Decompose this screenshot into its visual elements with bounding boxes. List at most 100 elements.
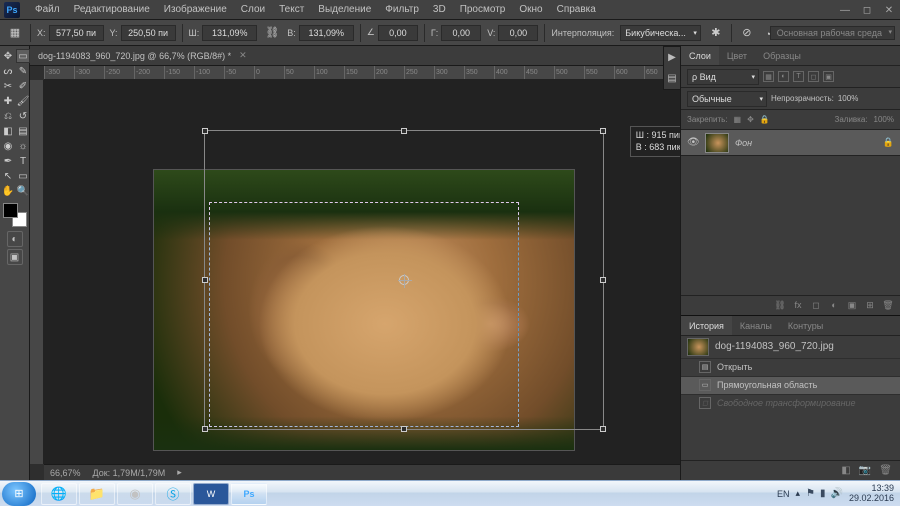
zoom-tool[interactable]: 🔍 xyxy=(16,184,30,198)
taskbar-ie-icon[interactable]: 🌐 xyxy=(41,483,77,505)
cancel-transform-icon[interactable]: ⊘ xyxy=(738,24,756,42)
filter-shape-icon[interactable]: ◻ xyxy=(808,71,819,82)
link-layers-icon[interactable]: ⛓ xyxy=(774,299,786,311)
lock-position-icon[interactable]: ✥ xyxy=(747,115,754,124)
history-item[interactable]: ▭Прямоугольная область xyxy=(681,376,900,394)
gradient-tool[interactable]: ▤ xyxy=(16,124,30,138)
skew-v-input[interactable] xyxy=(498,25,538,41)
layer-row-background[interactable]: 👁 Фон 🔒 xyxy=(681,130,900,156)
hand-tool[interactable]: ✋ xyxy=(1,184,15,198)
transform-handle-n[interactable] xyxy=(401,128,407,134)
history-snapshot[interactable]: dog-1194083_960_720.jpg xyxy=(681,336,900,358)
lasso-tool[interactable]: ᔕ xyxy=(1,64,15,78)
interpolation-dropdown[interactable]: Бикубическа... xyxy=(620,25,701,41)
tab-paths[interactable]: Контуры xyxy=(780,316,831,335)
language-indicator[interactable]: EN xyxy=(777,489,790,499)
filter-adjust-icon[interactable]: ◐ xyxy=(778,71,789,82)
close-button[interactable]: ✕ xyxy=(882,3,896,17)
create-document-icon[interactable]: ◧ xyxy=(841,465,850,476)
taskbar-photoshop-icon[interactable]: Ps xyxy=(231,483,267,505)
taskbar-chrome-icon[interactable]: ◉ xyxy=(117,483,153,505)
tab-color[interactable]: Цвет xyxy=(719,46,755,65)
blend-mode-dropdown[interactable]: Обычные xyxy=(687,91,767,107)
canvas[interactable]: Ш : 915 пикс. В : 683 пикс. xyxy=(44,80,680,464)
clock[interactable]: 13:39 29.02.2016 xyxy=(849,484,894,504)
transform-handle-s[interactable] xyxy=(401,426,407,432)
layer-group-icon[interactable]: ▣ xyxy=(846,299,858,311)
network-icon[interactable]: ▮ xyxy=(820,488,826,499)
minimize-button[interactable]: — xyxy=(838,3,852,17)
delete-layer-icon[interactable]: 🗑 xyxy=(882,299,894,311)
type-tool[interactable]: T xyxy=(16,154,30,168)
tab-channels[interactable]: Каналы xyxy=(732,316,780,335)
layer-fx-icon[interactable]: fx xyxy=(792,299,804,311)
filter-pixel-icon[interactable]: ▦ xyxy=(763,71,774,82)
quick-mask-toggle[interactable]: ◐ xyxy=(7,231,23,247)
menu-file[interactable]: Файл xyxy=(28,0,67,20)
w-input[interactable] xyxy=(202,25,257,41)
lock-pixels-icon[interactable]: ▦ xyxy=(734,115,742,124)
action-center-icon[interactable]: ⚑ xyxy=(806,488,815,499)
layer-name-label[interactable]: Фон xyxy=(735,138,877,148)
clone-stamp-tool[interactable]: ⎌ xyxy=(1,109,15,123)
document-tab[interactable]: dog-1194083_960_720.jpg @ 66,7% (RGB/8#)… xyxy=(30,46,680,66)
menu-window[interactable]: Окно xyxy=(512,0,549,20)
maximize-button[interactable]: ◻ xyxy=(860,3,874,17)
layer-visibility-toggle[interactable]: 👁 xyxy=(687,137,699,148)
angle-input[interactable] xyxy=(378,25,418,41)
filter-type-icon[interactable]: T xyxy=(793,71,804,82)
menu-filter[interactable]: Фильтр xyxy=(378,0,426,20)
marquee-tool[interactable]: ▭ xyxy=(16,49,30,63)
menu-text[interactable]: Текст xyxy=(272,0,311,20)
delete-state-icon[interactable]: 🗑 xyxy=(879,465,892,476)
history-item[interactable]: ◻Свободное трансформирование xyxy=(681,394,900,412)
foreground-swatch[interactable] xyxy=(3,203,18,218)
transform-handle-se[interactable] xyxy=(600,426,606,432)
layer-filter-dropdown[interactable]: ρ Вид xyxy=(687,69,759,85)
x-input[interactable] xyxy=(49,25,104,41)
dodge-tool[interactable]: ☼ xyxy=(16,139,30,153)
history-brush-tool[interactable]: ↺ xyxy=(16,109,30,123)
status-arrow-icon[interactable]: ▸ xyxy=(177,467,182,478)
adjustment-layer-icon[interactable]: ◐ xyxy=(828,299,840,311)
menu-3d[interactable]: 3D xyxy=(426,0,453,20)
transform-handle-sw[interactable] xyxy=(202,426,208,432)
menu-select[interactable]: Выделение xyxy=(311,0,378,20)
link-aspect-icon[interactable]: ⛓ xyxy=(263,24,281,42)
menu-edit[interactable]: Редактирование xyxy=(67,0,157,20)
eyedropper-tool[interactable]: ✐ xyxy=(16,79,30,93)
tab-swatches[interactable]: Образцы xyxy=(755,46,809,65)
snapshot-icon[interactable]: 📷 xyxy=(859,465,871,476)
filter-smart-icon[interactable]: ▣ xyxy=(823,71,834,82)
blur-tool[interactable]: ◉ xyxy=(1,139,15,153)
lock-all-icon[interactable]: 🔒 xyxy=(760,115,770,124)
warp-toggle-icon[interactable]: ✱ xyxy=(707,24,725,42)
layer-mask-icon[interactable]: ◻ xyxy=(810,299,822,311)
brush-tool[interactable]: 🖌 xyxy=(16,94,30,108)
pen-tool[interactable]: ✒ xyxy=(1,154,15,168)
y-input[interactable] xyxy=(121,25,176,41)
layer-thumbnail[interactable] xyxy=(705,133,729,153)
document-tab-close[interactable]: ✕ xyxy=(239,50,247,61)
taskbar-explorer-icon[interactable]: 📁 xyxy=(79,483,115,505)
transform-handle-w[interactable] xyxy=(202,277,208,283)
color-swatches[interactable] xyxy=(3,203,27,227)
crop-tool[interactable]: ✂ xyxy=(1,79,15,93)
taskbar-skype-icon[interactable]: Ⓢ xyxy=(155,483,191,505)
shape-tool[interactable]: ▭ xyxy=(16,169,30,183)
transform-center-point[interactable] xyxy=(399,275,409,285)
move-tool[interactable]: ✥ xyxy=(1,49,15,63)
transform-handle-nw[interactable] xyxy=(202,128,208,134)
page-icon[interactable]: ▤ xyxy=(667,73,676,84)
menu-help[interactable]: Справка xyxy=(550,0,603,20)
menu-image[interactable]: Изображение xyxy=(157,0,234,20)
history-item[interactable]: ▤Открыть xyxy=(681,358,900,376)
healing-brush-tool[interactable]: ✚ xyxy=(1,94,15,108)
tab-history[interactable]: История xyxy=(681,316,732,335)
menu-layers[interactable]: Слои xyxy=(234,0,272,20)
workspace-switcher[interactable]: Основная рабочая среда xyxy=(770,26,895,40)
skew-h-input[interactable] xyxy=(441,25,481,41)
play-icon[interactable]: ▶ xyxy=(668,52,676,63)
quick-select-tool[interactable]: ✎ xyxy=(16,64,30,78)
volume-icon[interactable]: 🔊 xyxy=(831,488,843,499)
